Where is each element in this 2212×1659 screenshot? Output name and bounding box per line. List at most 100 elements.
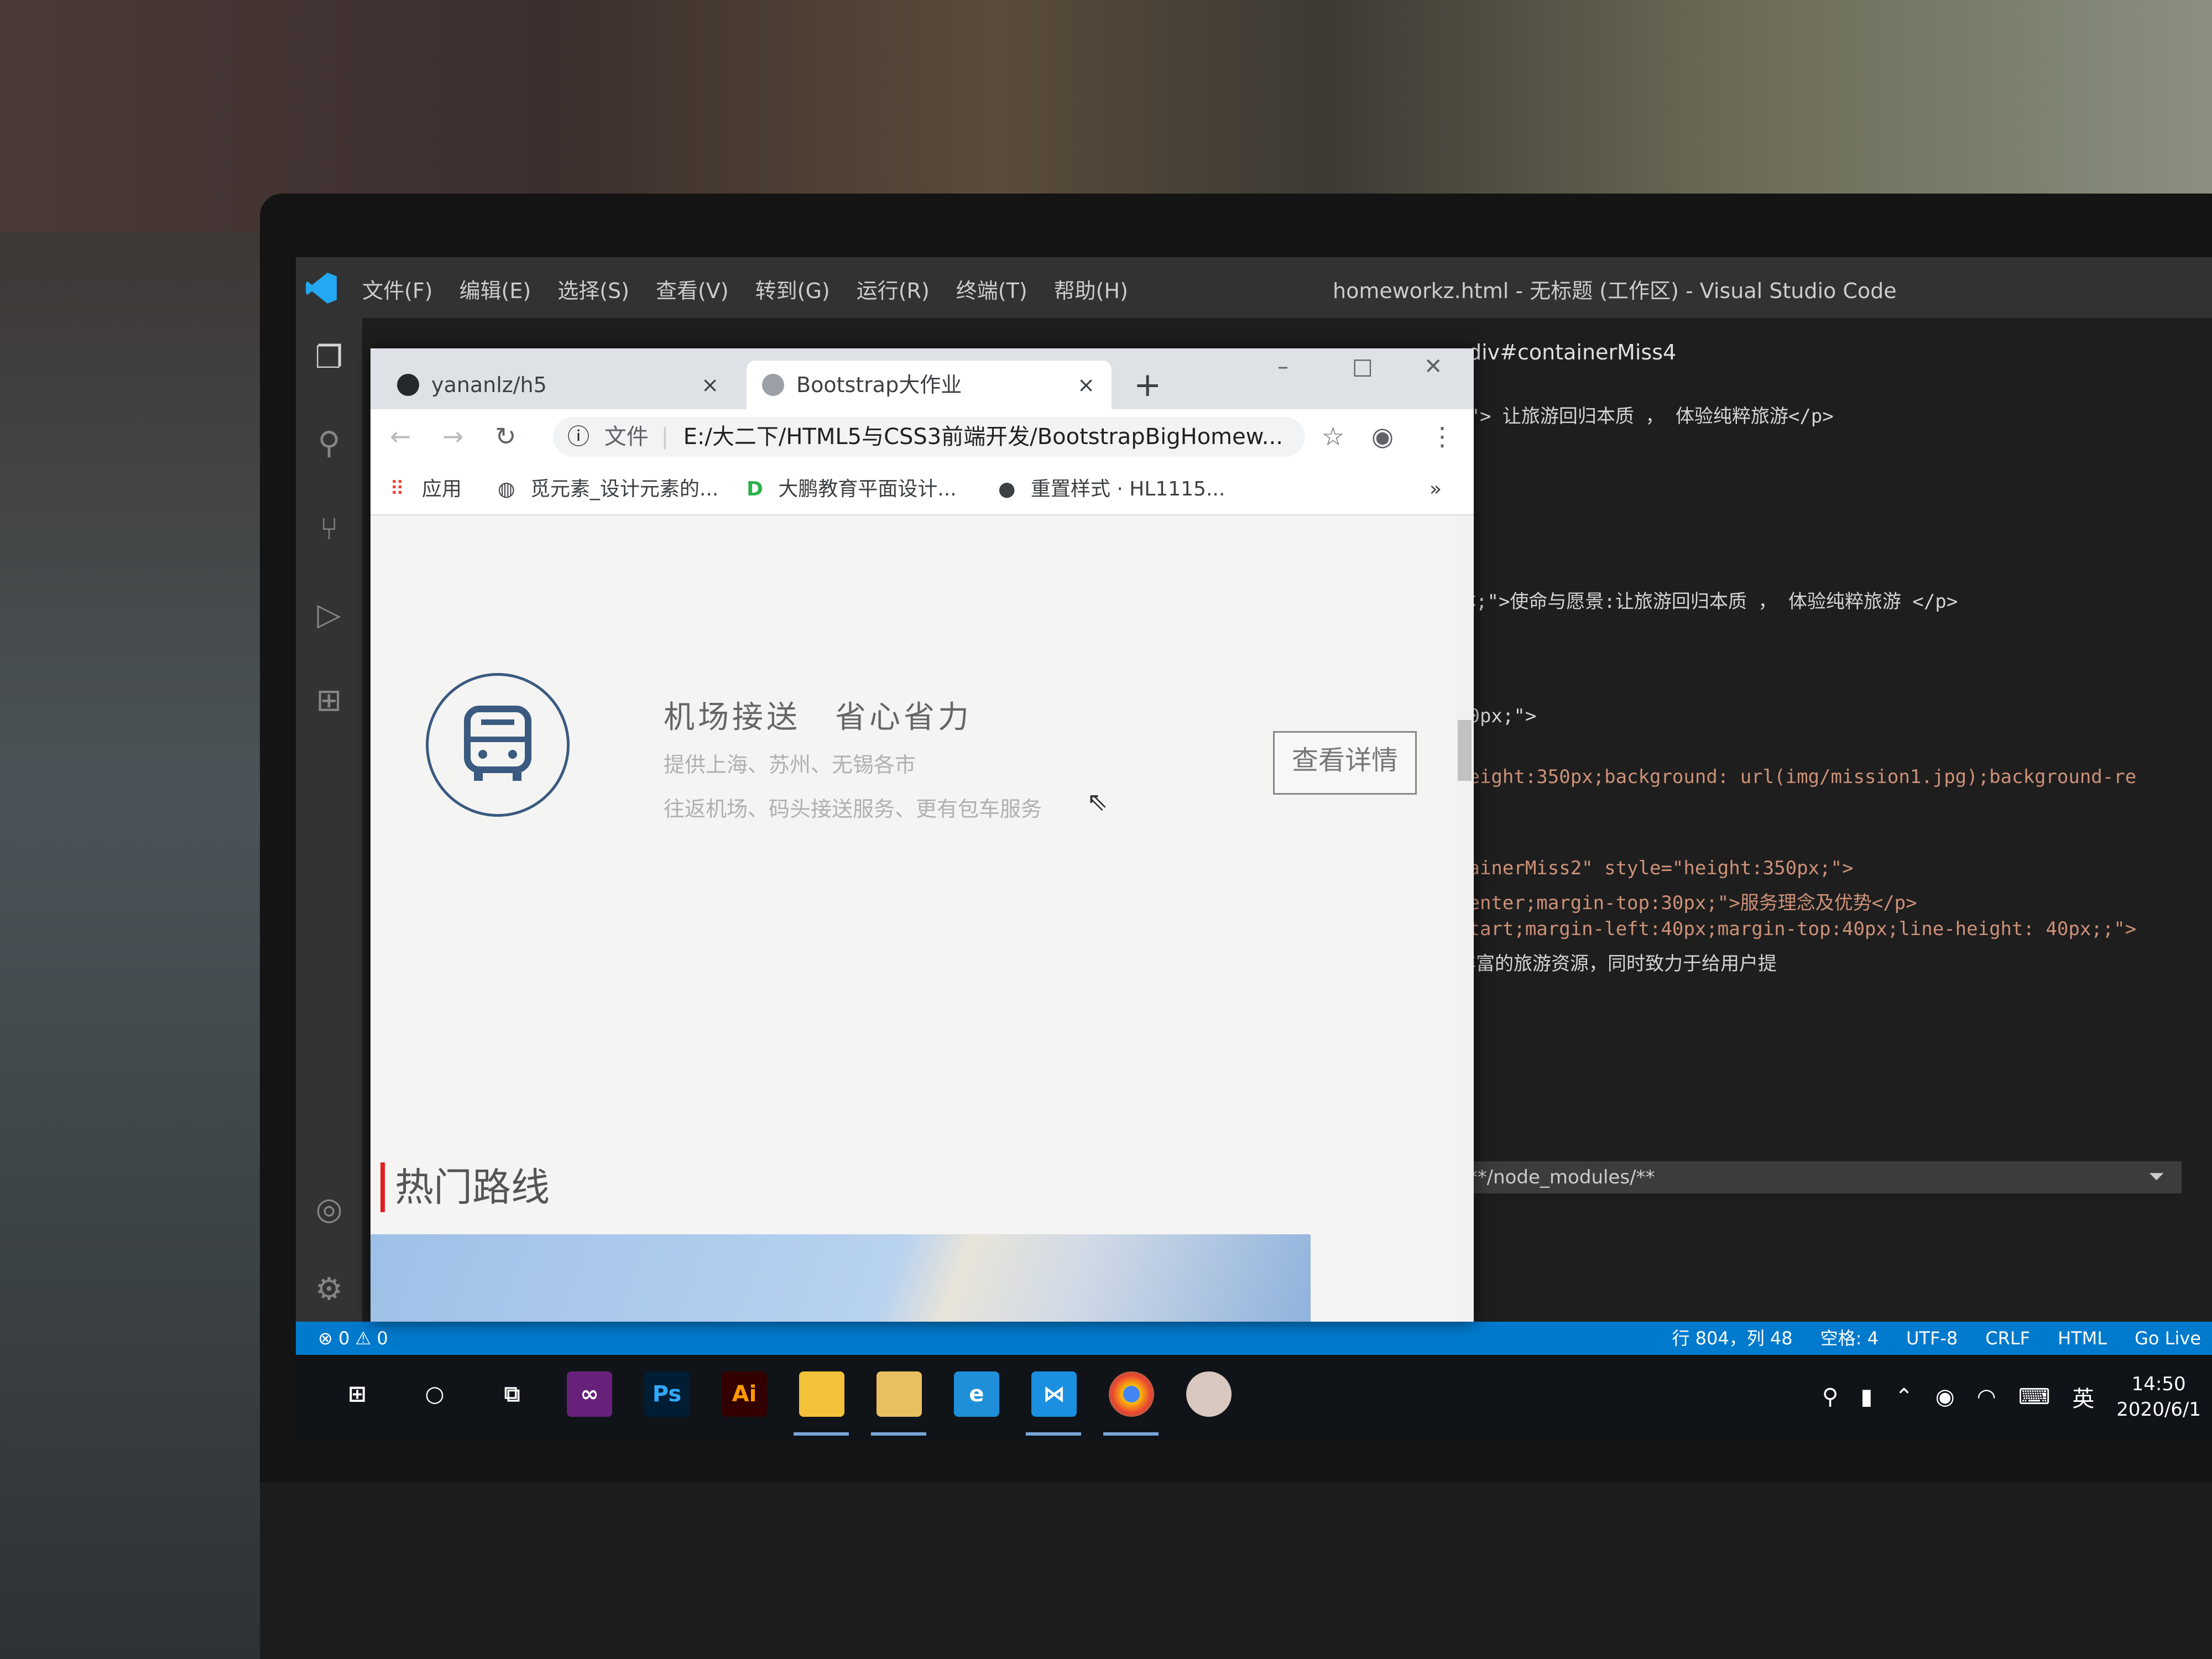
bookmark-apps[interactable]: ⠿ 应用 (390, 465, 462, 514)
github-icon: ● (998, 478, 1016, 500)
maximize-icon[interactable]: □ (1352, 354, 1373, 379)
go-live-button[interactable]: Go Live (2135, 1322, 2201, 1355)
profile-icon[interactable]: ◉ (1371, 422, 1394, 450)
settings-gear-icon[interactable]: ⚙ (311, 1272, 347, 1307)
tab-label: yananlz/h5 (431, 373, 547, 397)
network-icon[interactable]: ◉ (1936, 1384, 1955, 1410)
chrome-window: yananlz/h5 × Bootstrap大作业 × + – □ ✕ ← → … (371, 348, 1474, 1322)
code-line[interactable]: center;margin-top:30px;">服务理念及优势</p> (1457, 888, 1917, 915)
bookmarks-overflow-button[interactable]: » (1430, 465, 1442, 514)
accounts-icon[interactable]: ◎ (311, 1192, 347, 1227)
keyboard-icon[interactable]: ⌨ (2018, 1384, 2051, 1410)
photoshop-icon[interactable]: Ps (644, 1371, 690, 1417)
chrome-icon[interactable] (1109, 1371, 1154, 1417)
explorer-icon[interactable]: ❐ (311, 340, 347, 375)
vscode-menu-bar: 文件(F) 编辑(E) 选择(S) 查看(V) 转到(G) 运行(R) 终端(T… (362, 274, 1128, 304)
cursor-position[interactable]: 行 804，列 48 (1672, 1322, 1792, 1355)
edge-icon[interactable]: e (954, 1371, 999, 1417)
language-mode[interactable]: HTML (2058, 1322, 2107, 1355)
encoding-status[interactable]: UTF-8 (1906, 1322, 1958, 1355)
search-icon[interactable]: ⚲ (311, 426, 347, 461)
menu-edit[interactable]: 编辑(E) (460, 274, 531, 304)
laptop-bottom-frame (260, 1482, 2212, 1659)
indentation-status[interactable]: 空格: 4 (1820, 1322, 1879, 1355)
vscode-activity-bar: ❐ ⚲ ⑂ ▷ ⊞ ◎ ⚙ (296, 318, 362, 1363)
apps-grid-icon: ⠿ (390, 478, 405, 500)
problems-indicator[interactable]: ⊗ 0 ⚠ 0 (318, 1322, 388, 1355)
windows-icon[interactable]: ⊞ (335, 1371, 380, 1417)
minimize-icon[interactable]: – (1277, 354, 1288, 379)
tab-bootstrap[interactable]: Bootstrap大作业 × (747, 361, 1112, 409)
menu-run[interactable]: 运行(R) (857, 274, 930, 304)
close-tab-icon[interactable]: × (701, 361, 719, 409)
battery-icon[interactable]: ▮ (1860, 1384, 1872, 1410)
cortana-icon[interactable]: ○ (412, 1371, 457, 1417)
avatar-app-icon[interactable] (1186, 1371, 1232, 1417)
eol-status[interactable]: CRLF (1985, 1322, 2030, 1355)
address-bar[interactable]: ⓘ 文件 | E:/大二下/HTML5与CSS3前端开发/BootstrapBi… (553, 417, 1305, 457)
filter-text: !**/node_modules/** (1460, 1166, 1655, 1188)
service-description: 提供上海、苏州、无锡各市 (664, 753, 916, 777)
page-viewport: 机场接送 省心省力 提供上海、苏州、无锡各市 往返机场、码头接送服务、更有包车服… (371, 515, 1455, 1322)
close-window-icon[interactable]: ✕ (1424, 354, 1443, 379)
notepad-icon[interactable] (877, 1371, 922, 1417)
bookmark-item[interactable]: ◍ 觅元素_设计元素的... (498, 465, 718, 514)
windows-taskbar: ⊞ ○ ⧉ ∞ Ps Ai e ⋈ ⚲ ▮ ⌃ ◉ ◠ ⌨ 英 14:50 20… (296, 1355, 2212, 1441)
wifi-icon[interactable]: ◠ (1977, 1384, 1996, 1410)
run-debug-icon[interactable]: ▷ (311, 597, 347, 633)
code-line[interactable]: start;margin-left:40px;margin-top:40px;l… (1457, 918, 2136, 940)
reload-icon[interactable]: ↻ (495, 422, 517, 450)
illustrator-icon[interactable]: Ai (722, 1371, 767, 1417)
code-line[interactable]: tainerMiss2" style="height:350px;"> (1457, 857, 1853, 879)
mouse-cursor-icon: ⇖ (1087, 786, 1108, 816)
dapeng-logo-icon: D (747, 478, 763, 500)
ime-indicator[interactable]: 英 (2072, 1381, 2094, 1413)
page-scrollbar[interactable] (1455, 515, 1474, 1322)
menu-go[interactable]: 转到(G) (755, 274, 830, 304)
code-line[interactable]: ;"> 让旅游回归本质 ， 体验纯粹旅游</p> (1457, 401, 1834, 428)
code-line[interactable]: 丰富的旅游资源，同时致力于给用户提 (1457, 948, 1777, 975)
system-clock[interactable]: 14:50 2020/6/1 (2116, 1371, 2201, 1422)
back-arrow-icon[interactable]: ← (390, 422, 411, 450)
code-editor[interactable]: div#containerMiss4 ;"> 让旅游回归本质 ， 体验纯粹旅游<… (1457, 318, 2212, 1363)
files-exclude-filter[interactable]: !**/node_modules/** ⏷ (1457, 1161, 2182, 1193)
chrome-active-indicator (1103, 1432, 1159, 1436)
tab-github[interactable]: yananlz/h5 × (382, 361, 735, 409)
menu-file[interactable]: 文件(F) (362, 274, 433, 304)
close-tab-icon[interactable]: × (1077, 361, 1095, 409)
clock-date: 2020/6/1 (2116, 1399, 2201, 1421)
bookmark-star-icon[interactable]: ☆ (1322, 422, 1344, 450)
scrollbar-thumb[interactable] (1458, 720, 1472, 781)
source-control-icon[interactable]: ⑂ (311, 512, 347, 547)
vscode-icon[interactable]: ⋈ (1031, 1371, 1077, 1417)
new-tab-button[interactable]: + (1134, 361, 1161, 409)
github-icon (397, 374, 419, 396)
vscode-active-indicator (1026, 1432, 1081, 1436)
bookmark-label: 应用 (421, 478, 462, 500)
filter-icon[interactable]: ⏷ (2148, 1166, 2171, 1188)
bookmark-item[interactable]: D 大鹏教育平面设计... (747, 465, 957, 514)
system-tray: ⚲ ▮ ⌃ ◉ ◠ ⌨ 英 14:50 2020/6/1 (1822, 1371, 2201, 1422)
info-icon[interactable]: ⓘ (567, 424, 589, 450)
view-details-button[interactable]: 查看详情 (1273, 731, 1417, 795)
route-image[interactable] (371, 1234, 1311, 1322)
vscode-status-bar: ⊗ 0 ⚠ 0 行 804，列 48 空格: 4 UTF-8 CRLF HTML… (296, 1322, 2212, 1355)
visual-studio-icon[interactable]: ∞ (567, 1371, 612, 1417)
code-line[interactable]: height:350px;background: url(img/mission… (1457, 766, 2136, 788)
code-line[interactable]: 体;">使命与愿景:让旅游回归本质 ， 体验纯粹旅游 </p> (1457, 586, 1958, 613)
bookmarks-bar: ⠿ 应用 ◍ 觅元素_设计元素的... D 大鹏教育平面设计... ● 重置样式… (371, 465, 1474, 515)
task-view-icon[interactable]: ⧉ (489, 1371, 535, 1417)
bookmark-item[interactable]: ● 重置样式 · HL1115... (998, 465, 1225, 514)
chevron-up-icon[interactable]: ⌃ (1895, 1384, 1913, 1410)
people-icon[interactable]: ⚲ (1822, 1384, 1838, 1410)
bookmark-label: 觅元素_设计元素的... (530, 478, 719, 500)
file-explorer-icon[interactable] (799, 1371, 844, 1417)
extensions-icon[interactable]: ⊞ (311, 683, 347, 718)
menu-help[interactable]: 帮助(H) (1054, 274, 1128, 304)
menu-terminal[interactable]: 终端(T) (956, 274, 1027, 304)
menu-selection[interactable]: 选择(S) (557, 274, 629, 304)
breadcrumb[interactable]: div#containerMiss4 (1468, 340, 1676, 364)
menu-view[interactable]: 查看(V) (656, 274, 729, 304)
forward-arrow-icon[interactable]: → (442, 422, 464, 450)
chrome-menu-icon[interactable]: ⋮ (1430, 422, 1455, 450)
